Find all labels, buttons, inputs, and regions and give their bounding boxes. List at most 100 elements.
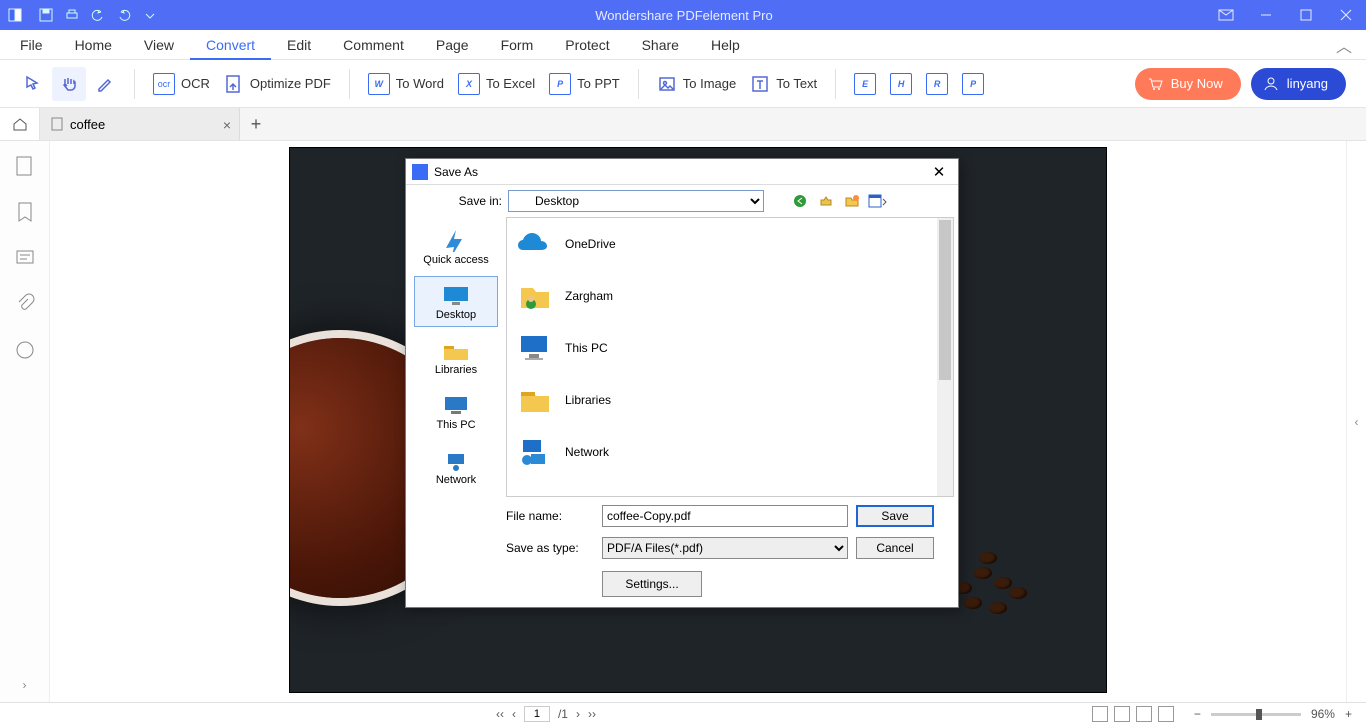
first-page-icon[interactable]: ‹‹ [496, 707, 504, 721]
menu-home[interactable]: Home [59, 30, 128, 60]
to-image-button[interactable]: To Image [651, 67, 742, 101]
close-icon[interactable] [1326, 0, 1366, 30]
place-network[interactable]: Network [414, 442, 498, 493]
dialog-titlebar[interactable]: Save As ✕ [406, 159, 958, 185]
menu-comment[interactable]: Comment [327, 30, 420, 60]
redo-icon[interactable] [112, 3, 136, 27]
view-facing-continuous-icon[interactable] [1158, 706, 1174, 722]
qat-more-icon[interactable] [138, 3, 162, 27]
quick-access-toolbar [34, 3, 162, 27]
menu-share[interactable]: Share [626, 30, 695, 60]
to-rtf-icon[interactable]: R [920, 67, 954, 101]
buy-now-button[interactable]: Buy Now [1135, 68, 1241, 100]
to-ppt-label: To PPT [577, 76, 620, 91]
menu-page[interactable]: Page [420, 30, 485, 60]
select-tool-icon[interactable] [16, 67, 50, 101]
menu-file[interactable]: File [4, 30, 59, 60]
file-item-network[interactable]: Network [507, 426, 953, 478]
view-modes [1092, 706, 1174, 722]
file-list[interactable]: OneDrive Zargham This PC Libraries Netwo… [506, 217, 954, 497]
undo-icon[interactable] [86, 3, 110, 27]
view-facing-icon[interactable] [1136, 706, 1152, 722]
menu-help[interactable]: Help [695, 30, 756, 60]
ocr-label: OCR [181, 76, 210, 91]
to-word-label: To Word [396, 76, 444, 91]
left-sidebar: › [0, 141, 50, 702]
save-button[interactable]: Save [856, 505, 934, 527]
right-gutter: ‹ [1346, 141, 1366, 702]
comments-icon[interactable] [14, 247, 36, 269]
view-menu-icon[interactable] [868, 191, 888, 211]
page-current-input[interactable] [524, 706, 550, 722]
back-icon[interactable] [790, 191, 810, 211]
settings-button[interactable]: Settings... [602, 571, 702, 597]
menu-view[interactable]: View [128, 30, 190, 60]
new-folder-icon[interactable] [842, 191, 862, 211]
edit-tool-icon[interactable] [88, 67, 122, 101]
mail-icon[interactable] [1206, 0, 1246, 30]
place-label: Network [436, 474, 476, 486]
add-tab-button[interactable]: + [240, 108, 272, 140]
thumbnails-icon[interactable] [14, 155, 36, 177]
next-page-icon[interactable]: › [576, 707, 580, 721]
optimize-button[interactable]: Optimize PDF [218, 67, 337, 101]
save-icon[interactable] [34, 3, 58, 27]
to-word-button[interactable]: WTo Word [362, 67, 450, 101]
menu-convert[interactable]: Convert [190, 30, 271, 60]
file-item-this-pc[interactable]: This PC [507, 322, 953, 374]
place-libraries[interactable]: Libraries [414, 331, 498, 382]
last-page-icon[interactable]: ›› [588, 707, 596, 721]
close-tab-icon[interactable]: × [223, 117, 231, 133]
place-label: Libraries [435, 364, 477, 376]
app-logo [0, 0, 30, 30]
file-item-onedrive[interactable]: OneDrive [507, 218, 953, 270]
type-label: Save as type: [506, 541, 594, 555]
zoom-slider[interactable] [1211, 713, 1301, 716]
menu-edit[interactable]: Edit [271, 30, 327, 60]
view-single-icon[interactable] [1092, 706, 1108, 722]
zoom-control: − 96% + [1194, 707, 1352, 721]
place-this-pc[interactable]: This PC [414, 387, 498, 438]
menu-protect[interactable]: Protect [549, 30, 625, 60]
to-html-icon[interactable]: H [884, 67, 918, 101]
chat-icon[interactable] [14, 339, 36, 361]
print-icon[interactable] [60, 3, 84, 27]
up-icon[interactable] [816, 191, 836, 211]
place-desktop[interactable]: Desktop [414, 276, 498, 327]
bookmarks-icon[interactable] [14, 201, 36, 223]
place-quick-access[interactable]: Quick access [414, 221, 498, 272]
view-continuous-icon[interactable] [1114, 706, 1130, 722]
file-item-label: Network [565, 445, 609, 459]
dialog-close-icon[interactable]: ✕ [926, 163, 952, 181]
ocr-button[interactable]: ocrOCR [147, 67, 216, 101]
menu-form[interactable]: Form [485, 30, 550, 60]
cancel-button[interactable]: Cancel [856, 537, 934, 559]
collapse-ribbon-icon[interactable]: ︿ [1326, 33, 1362, 57]
to-pages-icon[interactable]: P [956, 67, 990, 101]
file-item-label: Zargham [565, 289, 613, 303]
file-item-user[interactable]: Zargham [507, 270, 953, 322]
document-tab[interactable]: coffee × [40, 108, 240, 140]
to-image-label: To Image [683, 76, 736, 91]
file-list-scrollbar[interactable] [937, 218, 953, 496]
expand-sidebar-icon[interactable]: › [23, 678, 27, 692]
to-ppt-button[interactable]: PTo PPT [543, 67, 626, 101]
maximize-icon[interactable] [1286, 0, 1326, 30]
filename-input[interactable] [602, 505, 848, 527]
dialog-title: Save As [434, 165, 478, 179]
minimize-icon[interactable] [1246, 0, 1286, 30]
hand-tool-icon[interactable] [52, 67, 86, 101]
attachments-icon[interactable] [14, 293, 36, 315]
savein-select[interactable]: Desktop [508, 190, 764, 212]
home-tab-icon[interactable] [0, 108, 40, 140]
expand-right-icon[interactable]: ‹ [1355, 415, 1359, 429]
user-button[interactable]: linyang [1251, 68, 1346, 100]
type-select[interactable]: PDF/A Files(*.pdf) [602, 537, 848, 559]
to-epub-icon[interactable]: E [848, 67, 882, 101]
file-item-libraries[interactable]: Libraries [507, 374, 953, 426]
to-text-button[interactable]: To Text [744, 67, 823, 101]
to-excel-button[interactable]: XTo Excel [452, 67, 541, 101]
prev-page-icon[interactable]: ‹ [512, 707, 516, 721]
zoom-in-icon[interactable]: + [1345, 707, 1352, 721]
zoom-out-icon[interactable]: − [1194, 707, 1201, 721]
